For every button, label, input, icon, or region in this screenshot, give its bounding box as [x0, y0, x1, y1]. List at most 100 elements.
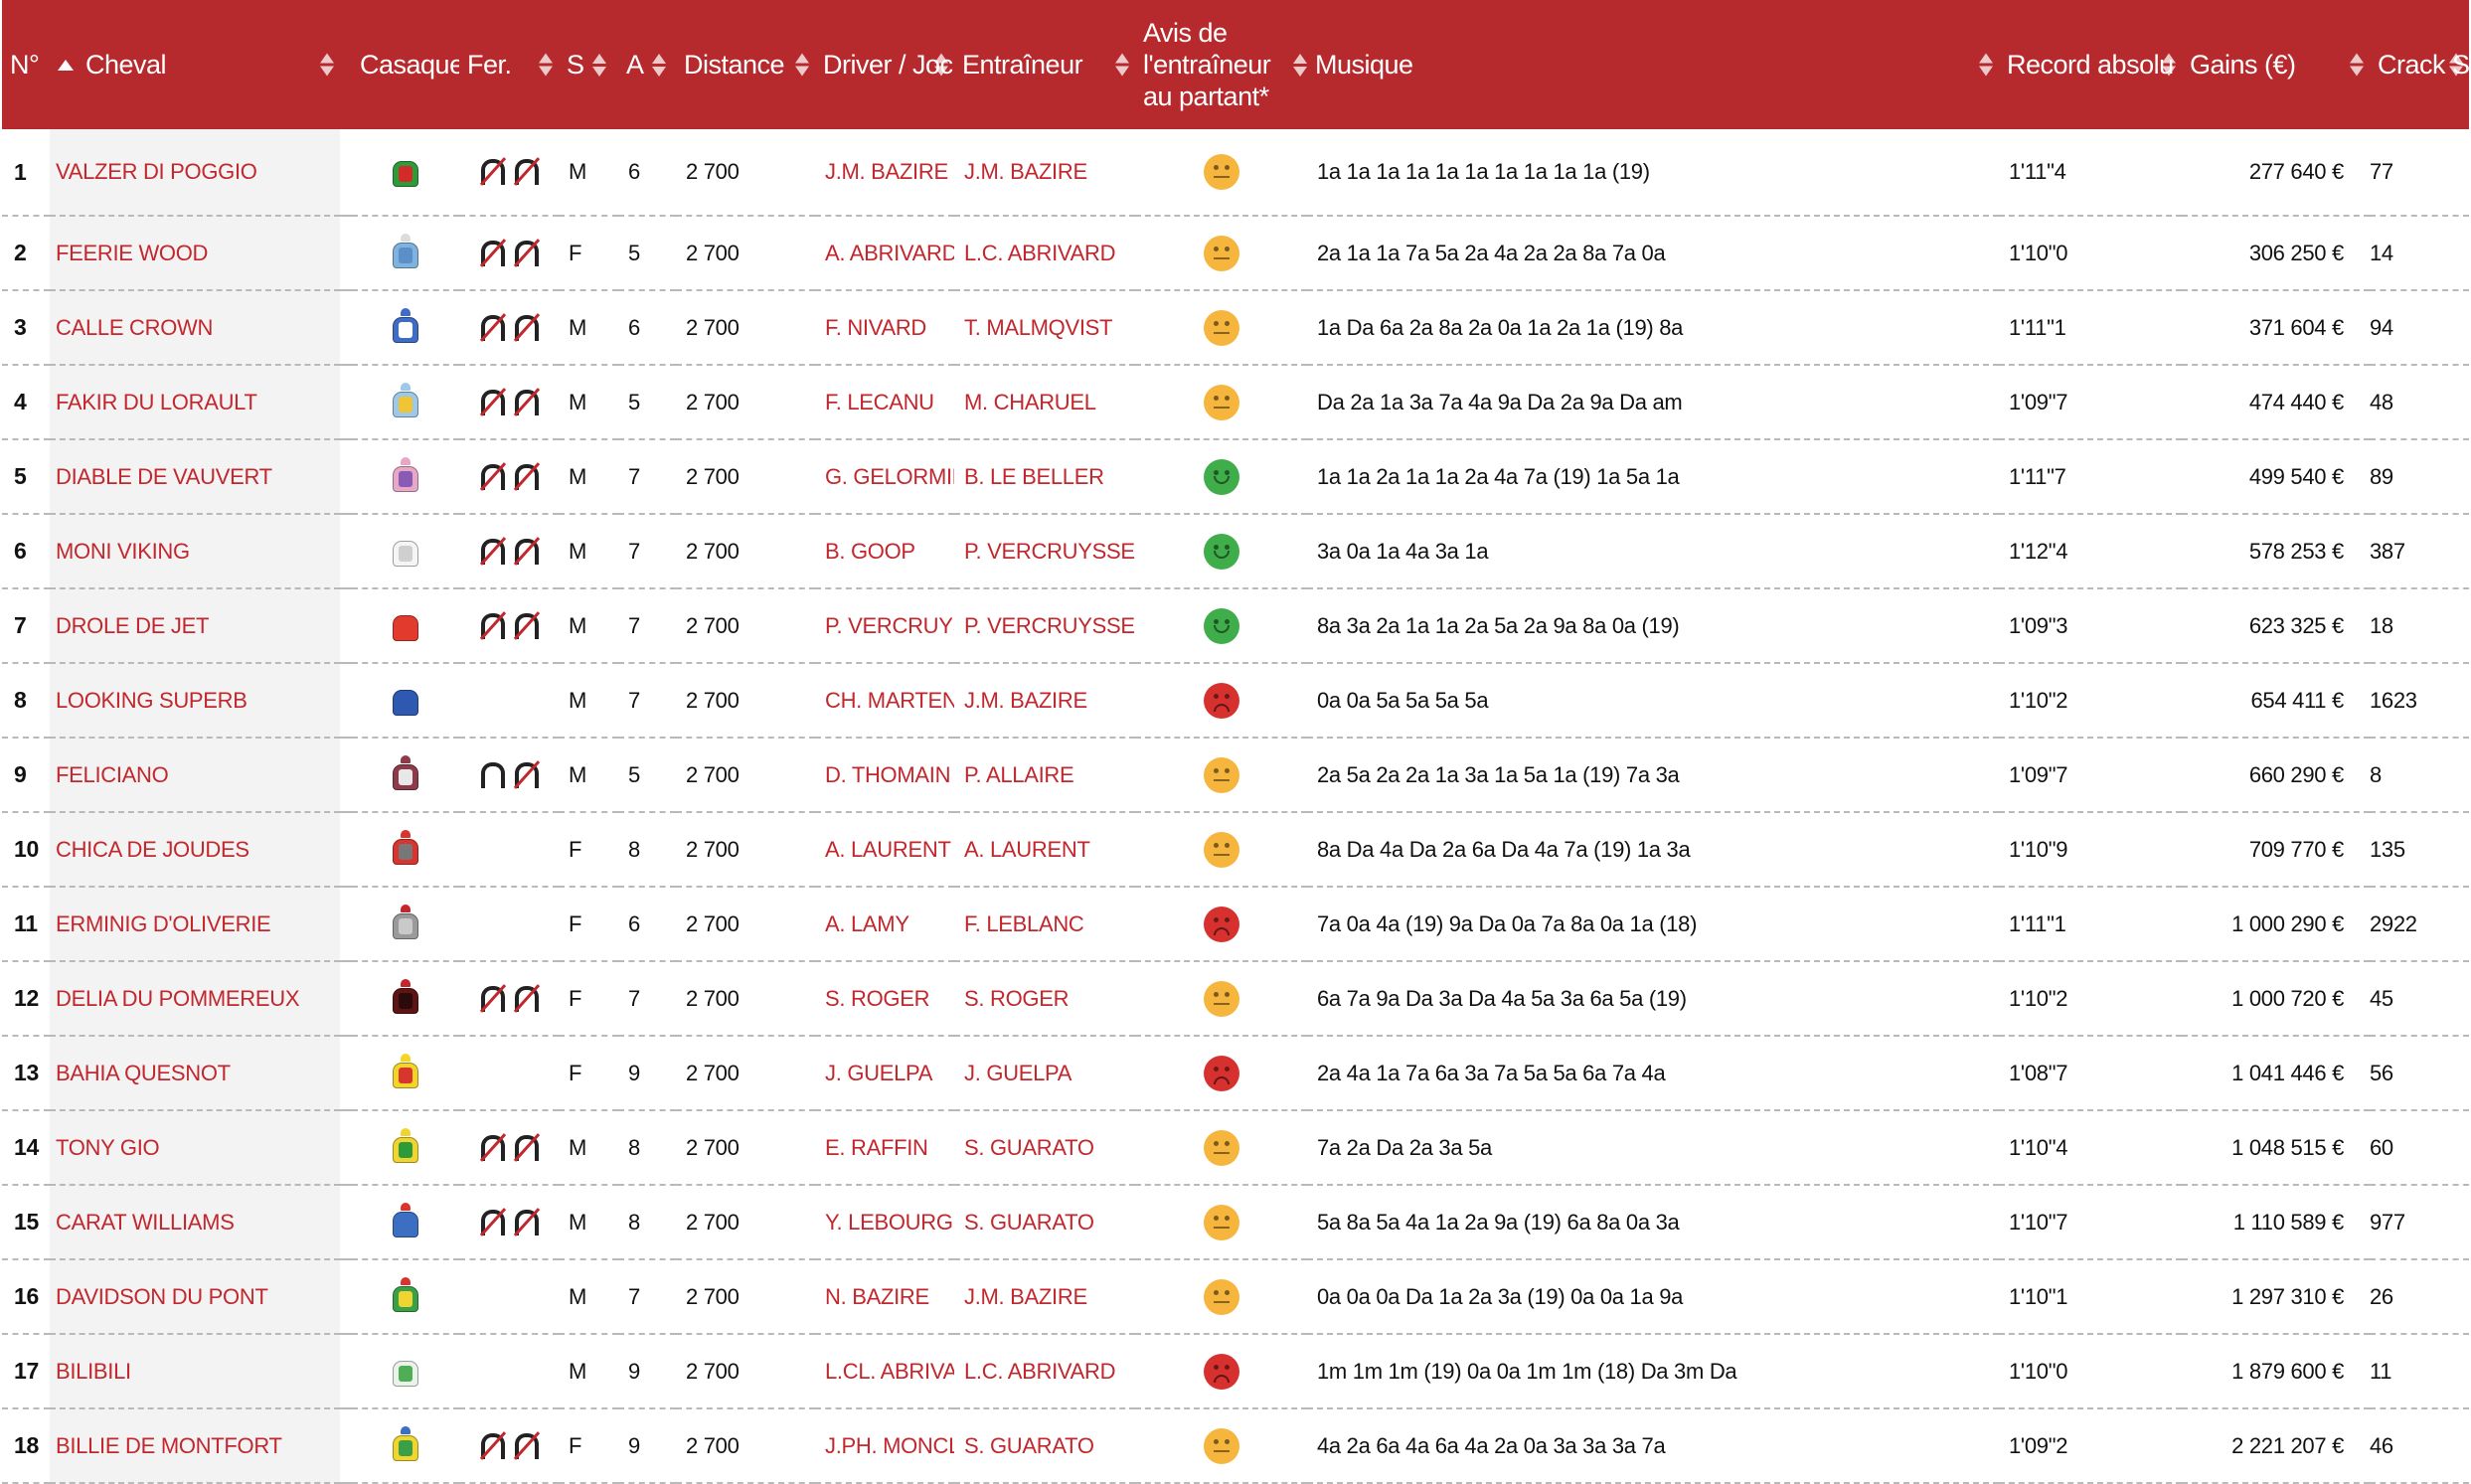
driver-link[interactable]: F. NIVARD [815, 291, 954, 366]
horse-name-link[interactable]: BAHIA QUESNOT [50, 1037, 340, 1111]
trainer-link[interactable]: A. LAURENT [954, 813, 1135, 888]
driver-link[interactable]: A. LAMY [815, 888, 954, 962]
trainer-link[interactable]: P. VERCRUYSSE [954, 515, 1135, 589]
horse-name-link[interactable]: TONY GIO [50, 1111, 340, 1186]
horse-name-link[interactable]: CHICA DE JOUDES [50, 813, 340, 888]
header-opinion[interactable]: Avis de l'entraîneur au partant* [1135, 0, 1307, 129]
driver-link[interactable]: Y. LEBOURGEOIS [815, 1186, 954, 1260]
trainer-link[interactable]: L.C. ABRIVARD [954, 1335, 1135, 1409]
header-record[interactable]: Record absolu [1999, 0, 2182, 129]
table-row[interactable]: 15 CARAT WILLIAMS M 8 2 700 Y. LEBOURGEO… [2, 1186, 2469, 1260]
driver-link[interactable]: D. THOMAIN [815, 739, 954, 813]
table-row[interactable]: 9 FELICIANO M 5 2 700 D. THOMAIN P. ALLA… [2, 739, 2469, 813]
header-horse[interactable]: Cheval [50, 0, 340, 129]
sort-icon[interactable] [934, 53, 948, 77]
horse-name-link[interactable]: CALLE CROWN [50, 291, 340, 366]
driver-link[interactable]: B. GOOP [815, 515, 954, 589]
horse-name-link[interactable]: BILLIE DE MONTFORT [50, 1409, 340, 1484]
trainer-link[interactable]: J.M. BAZIRE [954, 1260, 1135, 1335]
driver-link[interactable]: J.PH. MONCLIN [815, 1409, 954, 1484]
table-row[interactable]: 6 MONI VIKING M 7 2 700 B. GOOP P. VERCR… [2, 515, 2469, 589]
header-sex[interactable]: S [559, 0, 618, 129]
sort-icon[interactable] [320, 53, 334, 77]
trainer-link[interactable]: L.C. ABRIVARD [954, 217, 1135, 291]
horse-name-link[interactable]: BILIBILI [50, 1335, 340, 1409]
driver-link[interactable]: G. GELORMINI [815, 440, 954, 515]
driver-link[interactable]: P. VERCRUYSSE [815, 589, 954, 664]
table-row[interactable]: 11 ERMINIG D'OLIVERIE F 6 2 700 A. LAMY … [2, 888, 2469, 962]
header-distance[interactable]: Distance [676, 0, 815, 129]
trainer-link[interactable]: J.M. BAZIRE [954, 664, 1135, 739]
table-row[interactable]: 10 CHICA DE JOUDES F 8 2 700 A. LAURENT … [2, 813, 2469, 888]
horse-name-link[interactable]: DAVIDSON DU PONT [50, 1260, 340, 1335]
trainer-link[interactable]: S. GUARATO [954, 1111, 1135, 1186]
table-row[interactable]: 1 VALZER DI POGGIO M 6 2 700 J.M. BAZIRE… [2, 129, 2469, 217]
table-row[interactable]: 2 FEERIE WOOD F 5 2 700 A. ABRIVARD L.C.… [2, 217, 2469, 291]
horse-name-link[interactable]: DELIA DU POMMEREUX [50, 962, 340, 1037]
trainer-link[interactable]: J. GUELPA [954, 1037, 1135, 1111]
header-crack[interactable]: Crack Series [2370, 0, 2471, 129]
trainer-link[interactable]: J.M. BAZIRE [954, 129, 1135, 217]
table-row[interactable]: 16 DAVIDSON DU PONT M 7 2 700 N. BAZIRE … [2, 1260, 2469, 1335]
header-driver[interactable]: Driver / Jockey [815, 0, 994, 129]
horse-name-link[interactable]: ERMINIG D'OLIVERIE [50, 888, 340, 962]
trainer-link[interactable]: S. GUARATO [954, 1186, 1135, 1260]
horse-name-link[interactable]: MONI VIKING [50, 515, 340, 589]
trainer-link[interactable]: P. ALLAIRE [954, 739, 1135, 813]
driver-link[interactable]: A. ABRIVARD [815, 217, 954, 291]
horse-name-link[interactable]: VALZER DI POGGIO [50, 129, 340, 217]
horse-name-link[interactable]: FEERIE WOOD [50, 217, 340, 291]
header-music[interactable]: Musique [1307, 0, 1999, 129]
header-trainer[interactable]: Entraîneur [954, 0, 1135, 129]
trainer-link[interactable]: B. LE BELLER [954, 440, 1135, 515]
header-earnings[interactable]: Gains (€) [2182, 0, 2370, 129]
driver-link[interactable]: CH. MARTENS [815, 664, 954, 739]
sort-icon[interactable] [651, 53, 666, 77]
trainer-link[interactable]: F. LEBLANC [954, 888, 1135, 962]
table-row[interactable]: 17 BILIBILI M 9 2 700 L.CL. ABRIVARD L.C… [2, 1335, 2469, 1409]
table-row[interactable]: 18 BILLIE DE MONTFORT F 9 2 700 J.PH. MO… [2, 1409, 2469, 1484]
distance-cell: 2 700 [676, 440, 815, 515]
header-num[interactable]: N° [2, 0, 50, 129]
table-row[interactable]: 4 FAKIR DU LORAULT M 5 2 700 F. LECANU M… [2, 366, 2469, 440]
trainer-link[interactable]: S. GUARATO [954, 1409, 1135, 1484]
header-silk[interactable]: Casaque [352, 0, 464, 129]
trainer-link[interactable]: P. VERCRUYSSE [954, 589, 1135, 664]
driver-link[interactable]: J. GUELPA [815, 1037, 954, 1111]
sort-icon[interactable] [591, 53, 606, 77]
sort-icon[interactable] [539, 53, 553, 77]
driver-link[interactable]: F. LECANU [815, 366, 954, 440]
driver-link[interactable]: A. LAURENT [815, 813, 954, 888]
trainer-link[interactable]: S. ROGER [954, 962, 1135, 1037]
driver-link[interactable]: S. ROGER [815, 962, 954, 1037]
table-row[interactable]: 8 LOOKING SUPERB M 7 2 700 CH. MARTENS J… [2, 664, 2469, 739]
sort-icon[interactable] [1979, 53, 1993, 77]
table-row[interactable]: 14 TONY GIO M 8 2 700 E. RAFFIN S. GUARA… [2, 1111, 2469, 1186]
horse-name-link[interactable]: LOOKING SUPERB [50, 664, 340, 739]
sort-icon[interactable] [1115, 53, 1129, 77]
table-row[interactable]: 12 DELIA DU POMMEREUX F 7 2 700 S. ROGER… [2, 962, 2469, 1037]
trainer-link[interactable]: T. MALMQVIST [954, 291, 1135, 366]
header-shoeing[interactable]: Fer. [459, 0, 559, 129]
trainer-link[interactable]: M. CHARUEL [954, 366, 1135, 440]
table-row[interactable]: 3 CALLE CROWN M 6 2 700 F. NIVARD T. MAL… [2, 291, 2469, 366]
driver-link[interactable]: J.M. BAZIRE [815, 129, 954, 217]
driver-link[interactable]: N. BAZIRE [815, 1260, 954, 1335]
sort-icon[interactable] [2162, 53, 2176, 77]
sort-icon[interactable] [795, 53, 809, 77]
horse-name-link[interactable]: DROLE DE JET [50, 589, 340, 664]
table-row[interactable]: 7 DROLE DE JET M 7 2 700 P. VERCRUYSSE P… [2, 589, 2469, 664]
horse-name-link[interactable]: FELICIANO [50, 739, 340, 813]
sort-icon[interactable] [2449, 53, 2463, 77]
table-row[interactable]: 13 BAHIA QUESNOT F 9 2 700 J. GUELPA J. … [2, 1037, 2469, 1111]
horse-name-link[interactable]: FAKIR DU LORAULT [50, 366, 340, 440]
table-row[interactable]: 5 DIABLE DE VAUVERT M 7 2 700 G. GELORMI… [2, 440, 2469, 515]
header-shoeing-label: Fer. [467, 49, 512, 80]
horse-name-link[interactable]: CARAT WILLIAMS [50, 1186, 340, 1260]
sort-icon[interactable] [1293, 53, 1307, 77]
header-age[interactable]: A [618, 0, 676, 129]
driver-link[interactable]: E. RAFFIN [815, 1111, 954, 1186]
driver-link[interactable]: L.CL. ABRIVARD [815, 1335, 954, 1409]
sort-icon[interactable] [2350, 53, 2364, 77]
horse-name-link[interactable]: DIABLE DE VAUVERT [50, 440, 340, 515]
